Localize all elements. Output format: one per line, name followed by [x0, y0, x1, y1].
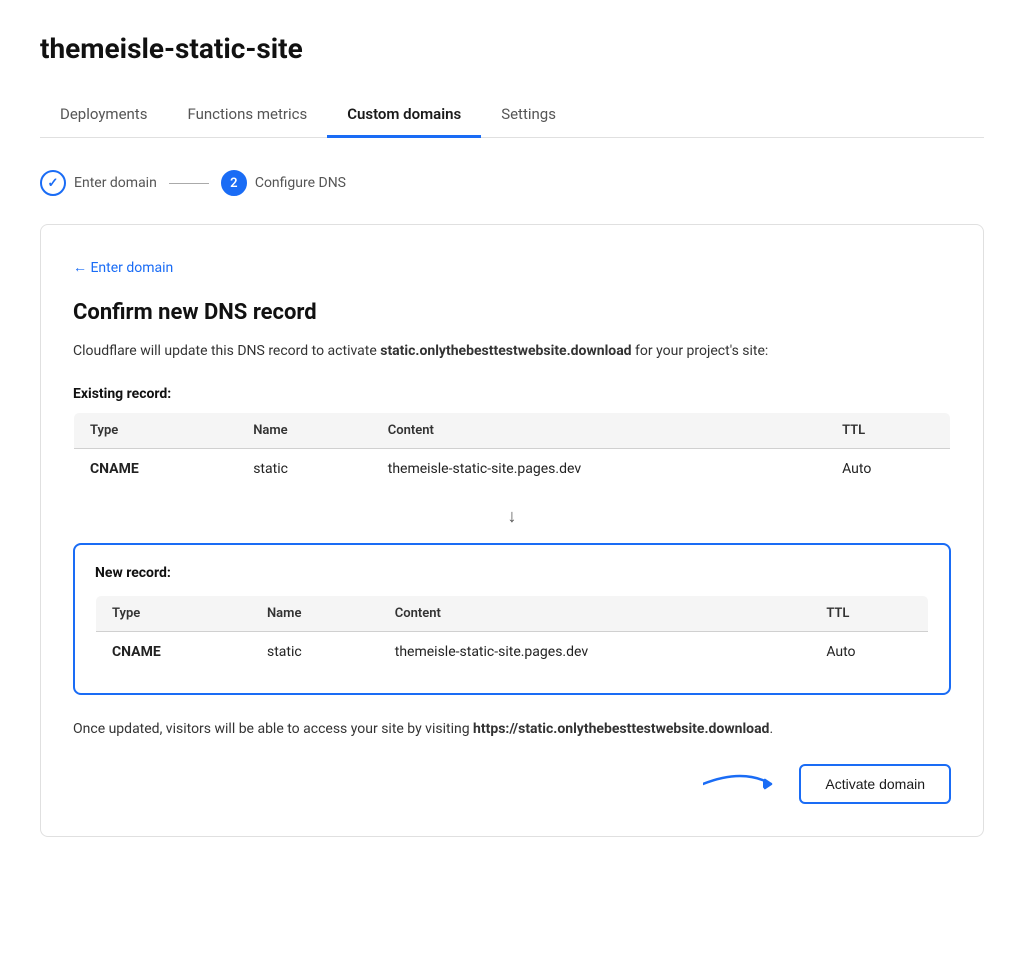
step-1-label: Enter domain [74, 175, 157, 191]
tab-custom-domains[interactable]: Custom domains [327, 93, 481, 138]
existing-record-table-container: Type Name Content TTL CNAME static theme… [73, 412, 951, 490]
new-col-ttl: TTL [810, 596, 928, 632]
footer-url: https://static.onlythebesttestwebsite.do… [473, 721, 769, 737]
new-table-row: CNAME static themeisle-static-site.pages… [96, 632, 929, 673]
new-name: static [251, 632, 379, 673]
arrow-svg [703, 772, 783, 796]
new-col-content: Content [379, 596, 811, 632]
footer-text: Once updated, visitors will be able to a… [73, 719, 951, 740]
existing-record-label: Existing record: [73, 386, 951, 402]
step-1: ✓ Enter domain [40, 170, 157, 196]
new-record-table: Type Name Content TTL CNAME static theme… [95, 595, 929, 673]
page-title: themeisle-static-site [40, 32, 984, 65]
col-ttl: TTL [826, 413, 950, 449]
step-2: 2 Configure DNS [221, 170, 346, 196]
footer-after: . [769, 721, 773, 737]
existing-name: static [237, 449, 372, 490]
new-ttl: Auto [810, 632, 928, 673]
step-2-label: Configure DNS [255, 175, 346, 191]
footer-before: Once updated, visitors will be able to a… [73, 721, 473, 737]
step-1-circle: ✓ [40, 170, 66, 196]
main-card: ← Enter domain Confirm new DNS record Cl… [40, 224, 984, 837]
arrow-down-indicator: ↓ [73, 490, 951, 543]
col-name: Name [237, 413, 372, 449]
description-before: Cloudflare will update this DNS record t… [73, 343, 380, 359]
step-connector [169, 183, 209, 184]
tab-functions-metrics[interactable]: Functions metrics [167, 93, 327, 138]
arrow-indicator [703, 772, 783, 796]
activate-domain-button[interactable]: Activate domain [799, 764, 951, 804]
tab-deployments[interactable]: Deployments [40, 93, 167, 138]
card-title: Confirm new DNS record [73, 300, 951, 325]
description-after: for your project's site: [632, 343, 769, 359]
col-type: Type [74, 413, 238, 449]
footer-actions: Activate domain [73, 764, 951, 804]
existing-table-row: CNAME static themeisle-static-site.pages… [74, 449, 951, 490]
tab-settings[interactable]: Settings [481, 93, 576, 138]
existing-type: CNAME [74, 449, 238, 490]
existing-content: themeisle-static-site.pages.dev [372, 449, 826, 490]
existing-ttl: Auto [826, 449, 950, 490]
table-header-row: Type Name Content TTL [74, 413, 951, 449]
new-col-name: Name [251, 596, 379, 632]
step-2-circle: 2 [221, 170, 247, 196]
card-description: Cloudflare will update this DNS record t… [73, 341, 951, 362]
new-record-label: New record: [95, 565, 929, 581]
tab-nav: Deployments Functions metrics Custom dom… [40, 93, 984, 138]
description-domain: static.onlythebesttestwebsite.download [380, 343, 631, 359]
stepper: ✓ Enter domain 2 Configure DNS [40, 170, 984, 196]
back-link[interactable]: ← Enter domain [73, 259, 173, 276]
col-content: Content [372, 413, 826, 449]
new-col-type: Type [96, 596, 251, 632]
new-table-header-row: Type Name Content TTL [96, 596, 929, 632]
existing-record-table: Type Name Content TTL CNAME static theme… [73, 412, 951, 490]
new-type: CNAME [96, 632, 251, 673]
new-record-wrapper: New record: Type Name Content TTL CNAME … [73, 543, 951, 695]
new-content: themeisle-static-site.pages.dev [379, 632, 811, 673]
